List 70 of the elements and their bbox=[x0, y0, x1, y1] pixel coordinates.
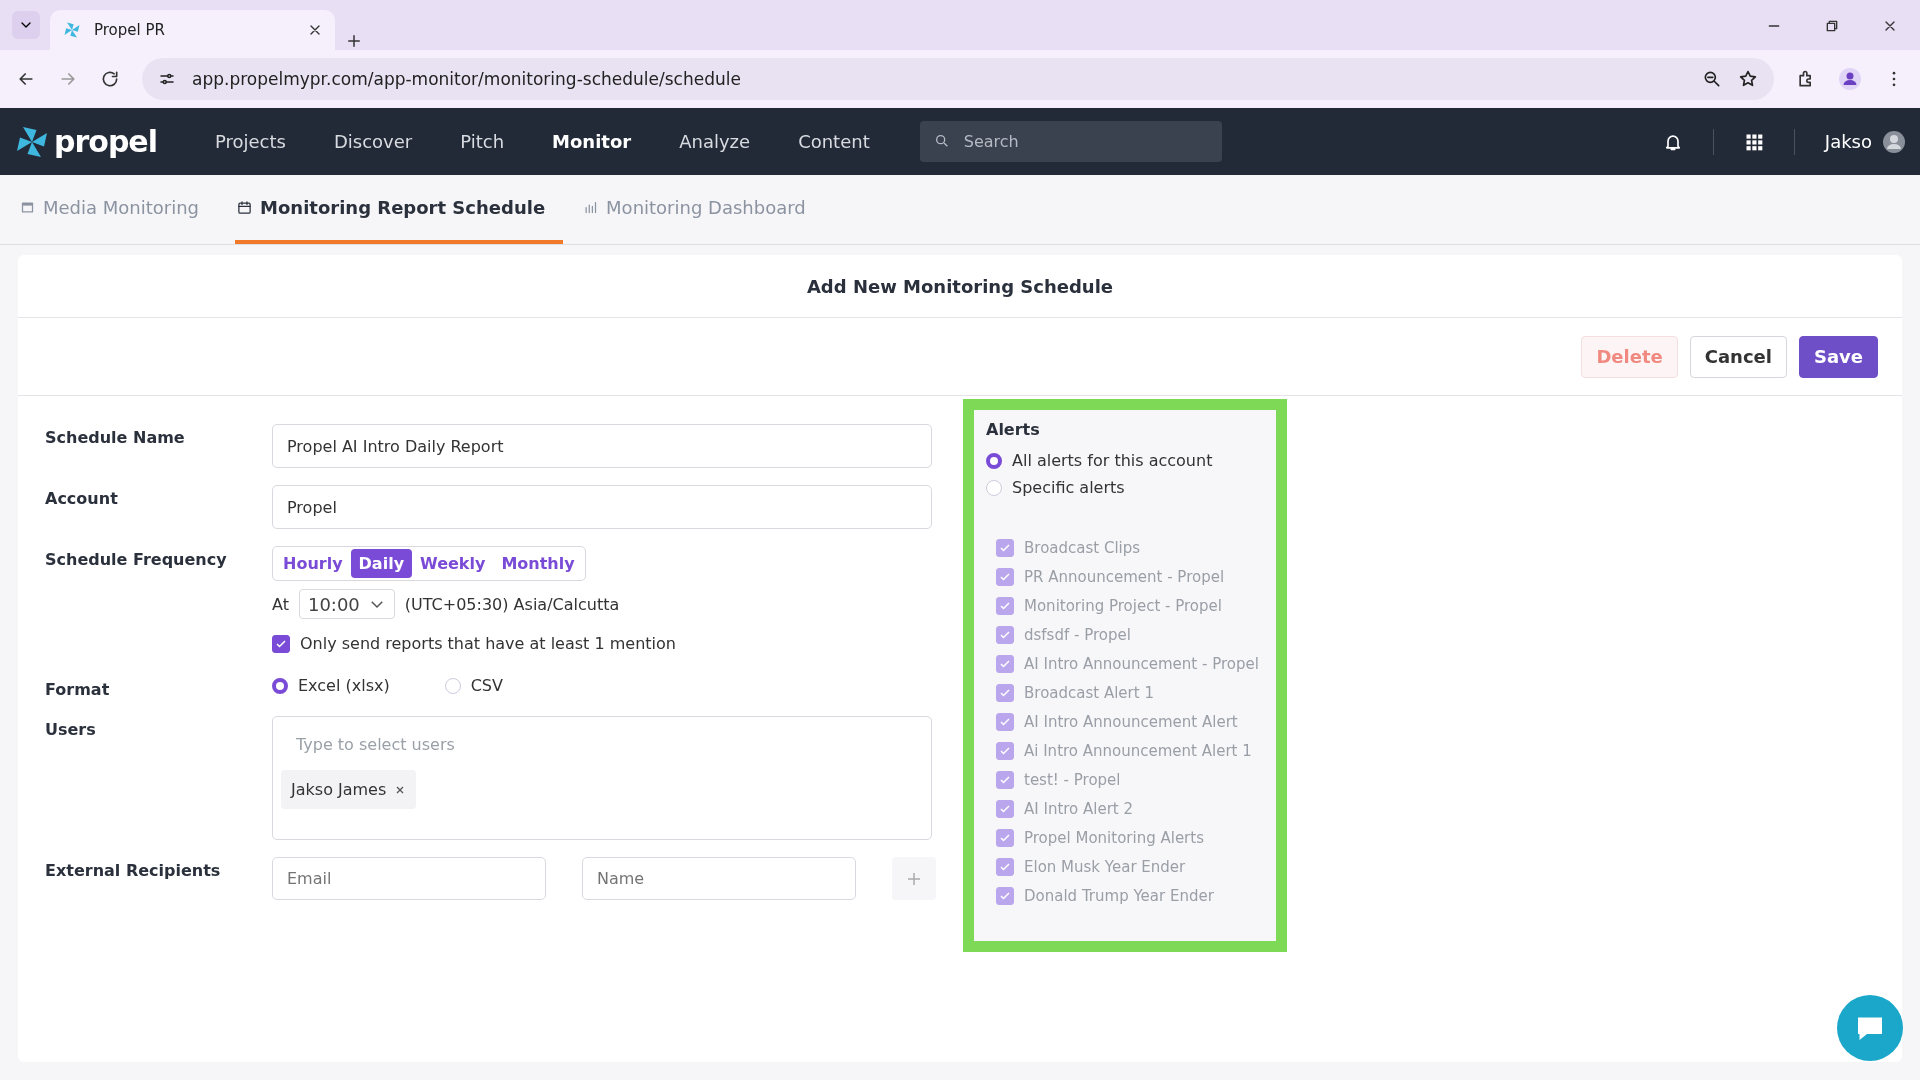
address-bar[interactable]: app.propelmypr.com/app-monitor/monitoring-schedule/schedule bbox=[142, 58, 1774, 100]
radio-label: All alerts for this account bbox=[1012, 451, 1213, 470]
monitoring-tab[interactable]: Monitoring Report Schedule bbox=[235, 175, 564, 244]
radio-button[interactable] bbox=[272, 677, 288, 694]
window-icon bbox=[20, 200, 35, 215]
frequency-option[interactable]: Daily bbox=[350, 549, 413, 578]
field-label: Schedule Frequency bbox=[45, 549, 228, 571]
profile-icon[interactable] bbox=[1838, 67, 1862, 91]
timezone-text: (UTC+05:30) Asia/Calcutta bbox=[404, 594, 620, 614]
checkbox[interactable] bbox=[272, 634, 290, 653]
cancel-button[interactable]: Cancel bbox=[1689, 335, 1787, 378]
field-label: Schedule Name bbox=[45, 427, 186, 449]
at-label: At bbox=[272, 594, 289, 614]
alert-label: Broadcast Clips bbox=[1024, 539, 1141, 557]
nav-link[interactable]: Pitch bbox=[460, 131, 505, 152]
nav-link[interactable]: Content bbox=[798, 131, 870, 152]
frequency-option[interactable]: Weekly bbox=[412, 549, 494, 578]
user-name[interactable]: Jakso bbox=[1824, 131, 1872, 152]
radio-label: Excel (xlsx) bbox=[298, 676, 390, 695]
time-dropdown[interactable]: 10:00 bbox=[298, 589, 395, 619]
alert-label: AI Intro Alert 2 bbox=[1024, 800, 1134, 818]
star-icon[interactable] bbox=[1738, 69, 1758, 89]
alert-label: dsfsdf - Propel bbox=[1024, 626, 1131, 644]
tab-title: Propel PR bbox=[94, 21, 166, 39]
search-field[interactable]: Search bbox=[919, 121, 1222, 162]
field-label: External Recipients bbox=[45, 860, 222, 882]
field-label: Format bbox=[45, 679, 111, 699]
checkmark-icon bbox=[275, 637, 287, 650]
alert-label: AI Intro Announcement - Propel bbox=[1024, 655, 1259, 673]
schedule-name-field[interactable]: Propel AI Intro Daily Report bbox=[272, 424, 932, 468]
zoom-out-icon[interactable] bbox=[1702, 69, 1722, 89]
field-label: Account bbox=[45, 488, 119, 510]
alert-label: Broadcast Alert 1 bbox=[1024, 684, 1154, 702]
reload-icon[interactable] bbox=[100, 69, 120, 89]
search-icon bbox=[933, 133, 950, 149]
field-label: Users bbox=[45, 719, 97, 741]
account-field[interactable]: Propel bbox=[272, 485, 932, 529]
radio-label: CSV bbox=[470, 676, 503, 695]
nav-link[interactable]: Discover bbox=[333, 131, 413, 152]
radio-button[interactable] bbox=[986, 452, 1002, 469]
alert-label: Ai Intro Announcement Alert 1 bbox=[1024, 742, 1252, 760]
alert-label: Elon Musk Year Ender bbox=[1024, 858, 1186, 876]
nav-link[interactable]: Monitor bbox=[552, 131, 632, 152]
card-title: Add New Monitoring Schedule bbox=[18, 255, 1902, 318]
save-button[interactable]: Save bbox=[1798, 335, 1878, 378]
bar-chart-icon bbox=[583, 200, 599, 215]
alert-label: test! - Propel bbox=[1024, 771, 1121, 789]
nav-link[interactable]: Projects bbox=[215, 131, 286, 152]
chip-label: Jakso James bbox=[291, 780, 387, 799]
restore-icon[interactable] bbox=[1824, 18, 1840, 34]
section-title: Alerts bbox=[986, 420, 1041, 439]
email-field[interactable]: Email bbox=[272, 857, 546, 900]
calendar-icon bbox=[237, 200, 253, 215]
url-text: app.propelmypr.com/app-monitor/monitoring-schedule/schedule bbox=[192, 69, 742, 89]
nav-link[interactable]: Analyze bbox=[679, 131, 751, 152]
alert-label: AI Intro Announcement Alert bbox=[1024, 713, 1238, 731]
frequency-option[interactable]: Monthly bbox=[493, 549, 583, 578]
browser-tab[interactable]: Propel PR bbox=[50, 10, 335, 50]
logo-wordmark[interactable]: propel bbox=[54, 124, 157, 159]
alert-label: Donald Trump Year Ender bbox=[1024, 887, 1214, 905]
plus-icon[interactable] bbox=[345, 32, 363, 50]
alert-label: Propel Monitoring Alerts bbox=[1024, 829, 1204, 847]
name-field[interactable]: Name bbox=[582, 857, 856, 900]
radio-label: Specific alerts bbox=[1012, 478, 1125, 497]
avatar-icon[interactable] bbox=[1882, 129, 1906, 154]
alert-label: PR Announcement - Propel bbox=[1024, 568, 1225, 586]
frequency-option[interactable]: Hourly bbox=[275, 549, 351, 578]
alert-label: Monitoring Project - Propel bbox=[1024, 597, 1222, 615]
checkbox-label: Only send reports that have at least 1 mention bbox=[300, 634, 676, 653]
pinwheel-icon bbox=[62, 20, 82, 40]
